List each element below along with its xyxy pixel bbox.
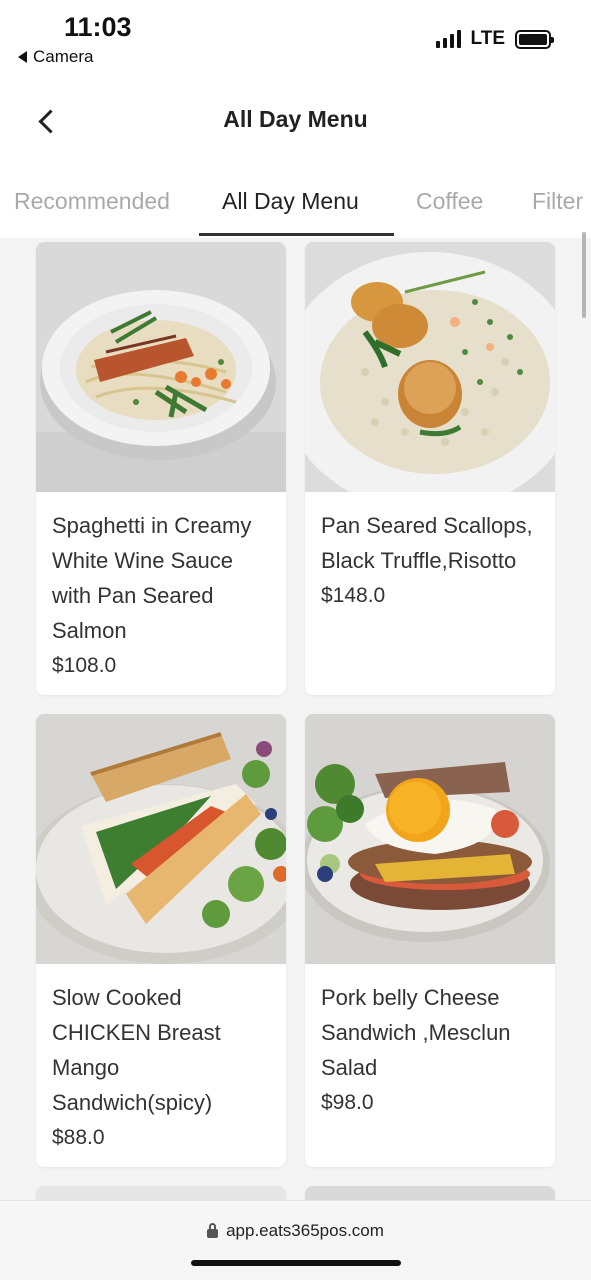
status-bar: 11:03 Camera LTE <box>0 0 591 76</box>
network-type: LTE <box>470 28 505 49</box>
menu-grid: Spaghetti in Creamy White Wine Sauce wit… <box>0 238 591 1200</box>
status-indicators: LTE <box>435 28 554 50</box>
page-header: All Day Menu <box>0 76 591 166</box>
back-to-app-link[interactable]: Camera <box>18 47 93 67</box>
url-text: app.eats365pos.com <box>226 1221 384 1240</box>
cellular-signal-icon <box>435 30 461 48</box>
status-time: 11:03 <box>64 12 132 42</box>
lock-icon <box>207 1222 219 1238</box>
dish-price: $108.0 <box>52 654 117 677</box>
dish-name: Slow Cooked CHICKEN Breast Mango Sandwic… <box>52 985 221 1115</box>
dish-name: Pork belly Cheese Sandwich ,Mesclun Sala… <box>321 985 511 1080</box>
dish-name: Spaghetti in Creamy White Wine Sauce wit… <box>52 513 252 643</box>
dish-price: $98.0 <box>321 1091 374 1114</box>
menu-item-card-partial[interactable] <box>305 1186 555 1200</box>
menu-item-card[interactable]: Slow Cooked CHICKEN Breast Mango Sandwic… <box>36 714 286 1167</box>
url-display: app.eats365pos.com <box>0 1221 591 1241</box>
dish-price: $148.0 <box>321 584 386 607</box>
dish-image-pork-belly-sandwich <box>305 714 555 964</box>
dish-name: Pan Seared Scallops, Black Truffle,Risot… <box>321 513 533 573</box>
browser-url-bar[interactable]: app.eats365pos.com <box>0 1200 591 1280</box>
tab-filter[interactable]: Filter <box>532 188 583 215</box>
menu-item-card[interactable]: Pork belly Cheese Sandwich ,Mesclun Sala… <box>305 714 555 1167</box>
scrollbar[interactable] <box>582 232 586 318</box>
page-title: All Day Menu <box>223 106 368 132</box>
tab-coffee[interactable]: Coffee <box>416 188 483 215</box>
active-tab-indicator <box>199 233 394 236</box>
menu-item-card[interactable]: Pan Seared Scallops, Black Truffle,Risot… <box>305 242 555 695</box>
tab-all-day-menu[interactable]: All Day Menu <box>222 188 359 215</box>
dish-image-salmon-pasta <box>36 242 286 492</box>
home-indicator[interactable] <box>191 1260 401 1266</box>
battery-icon <box>515 29 554 49</box>
tab-recommended[interactable]: Recommended <box>14 188 170 215</box>
dish-price: $88.0 <box>52 1126 105 1149</box>
back-app-label: Camera <box>33 47 94 66</box>
dish-image-scallop-risotto <box>305 242 555 492</box>
screen: 11:03 Camera LTE All Day Menu Recommende… <box>0 0 591 1280</box>
menu-item-card[interactable]: Spaghetti in Creamy White Wine Sauce wit… <box>36 242 286 695</box>
dish-image-chicken-sandwich <box>36 714 286 964</box>
category-tabs: Recommended All Day Menu Coffee Filter <box>0 166 591 238</box>
menu-item-card-partial[interactable] <box>36 1186 286 1200</box>
back-triangle-icon <box>18 51 27 63</box>
